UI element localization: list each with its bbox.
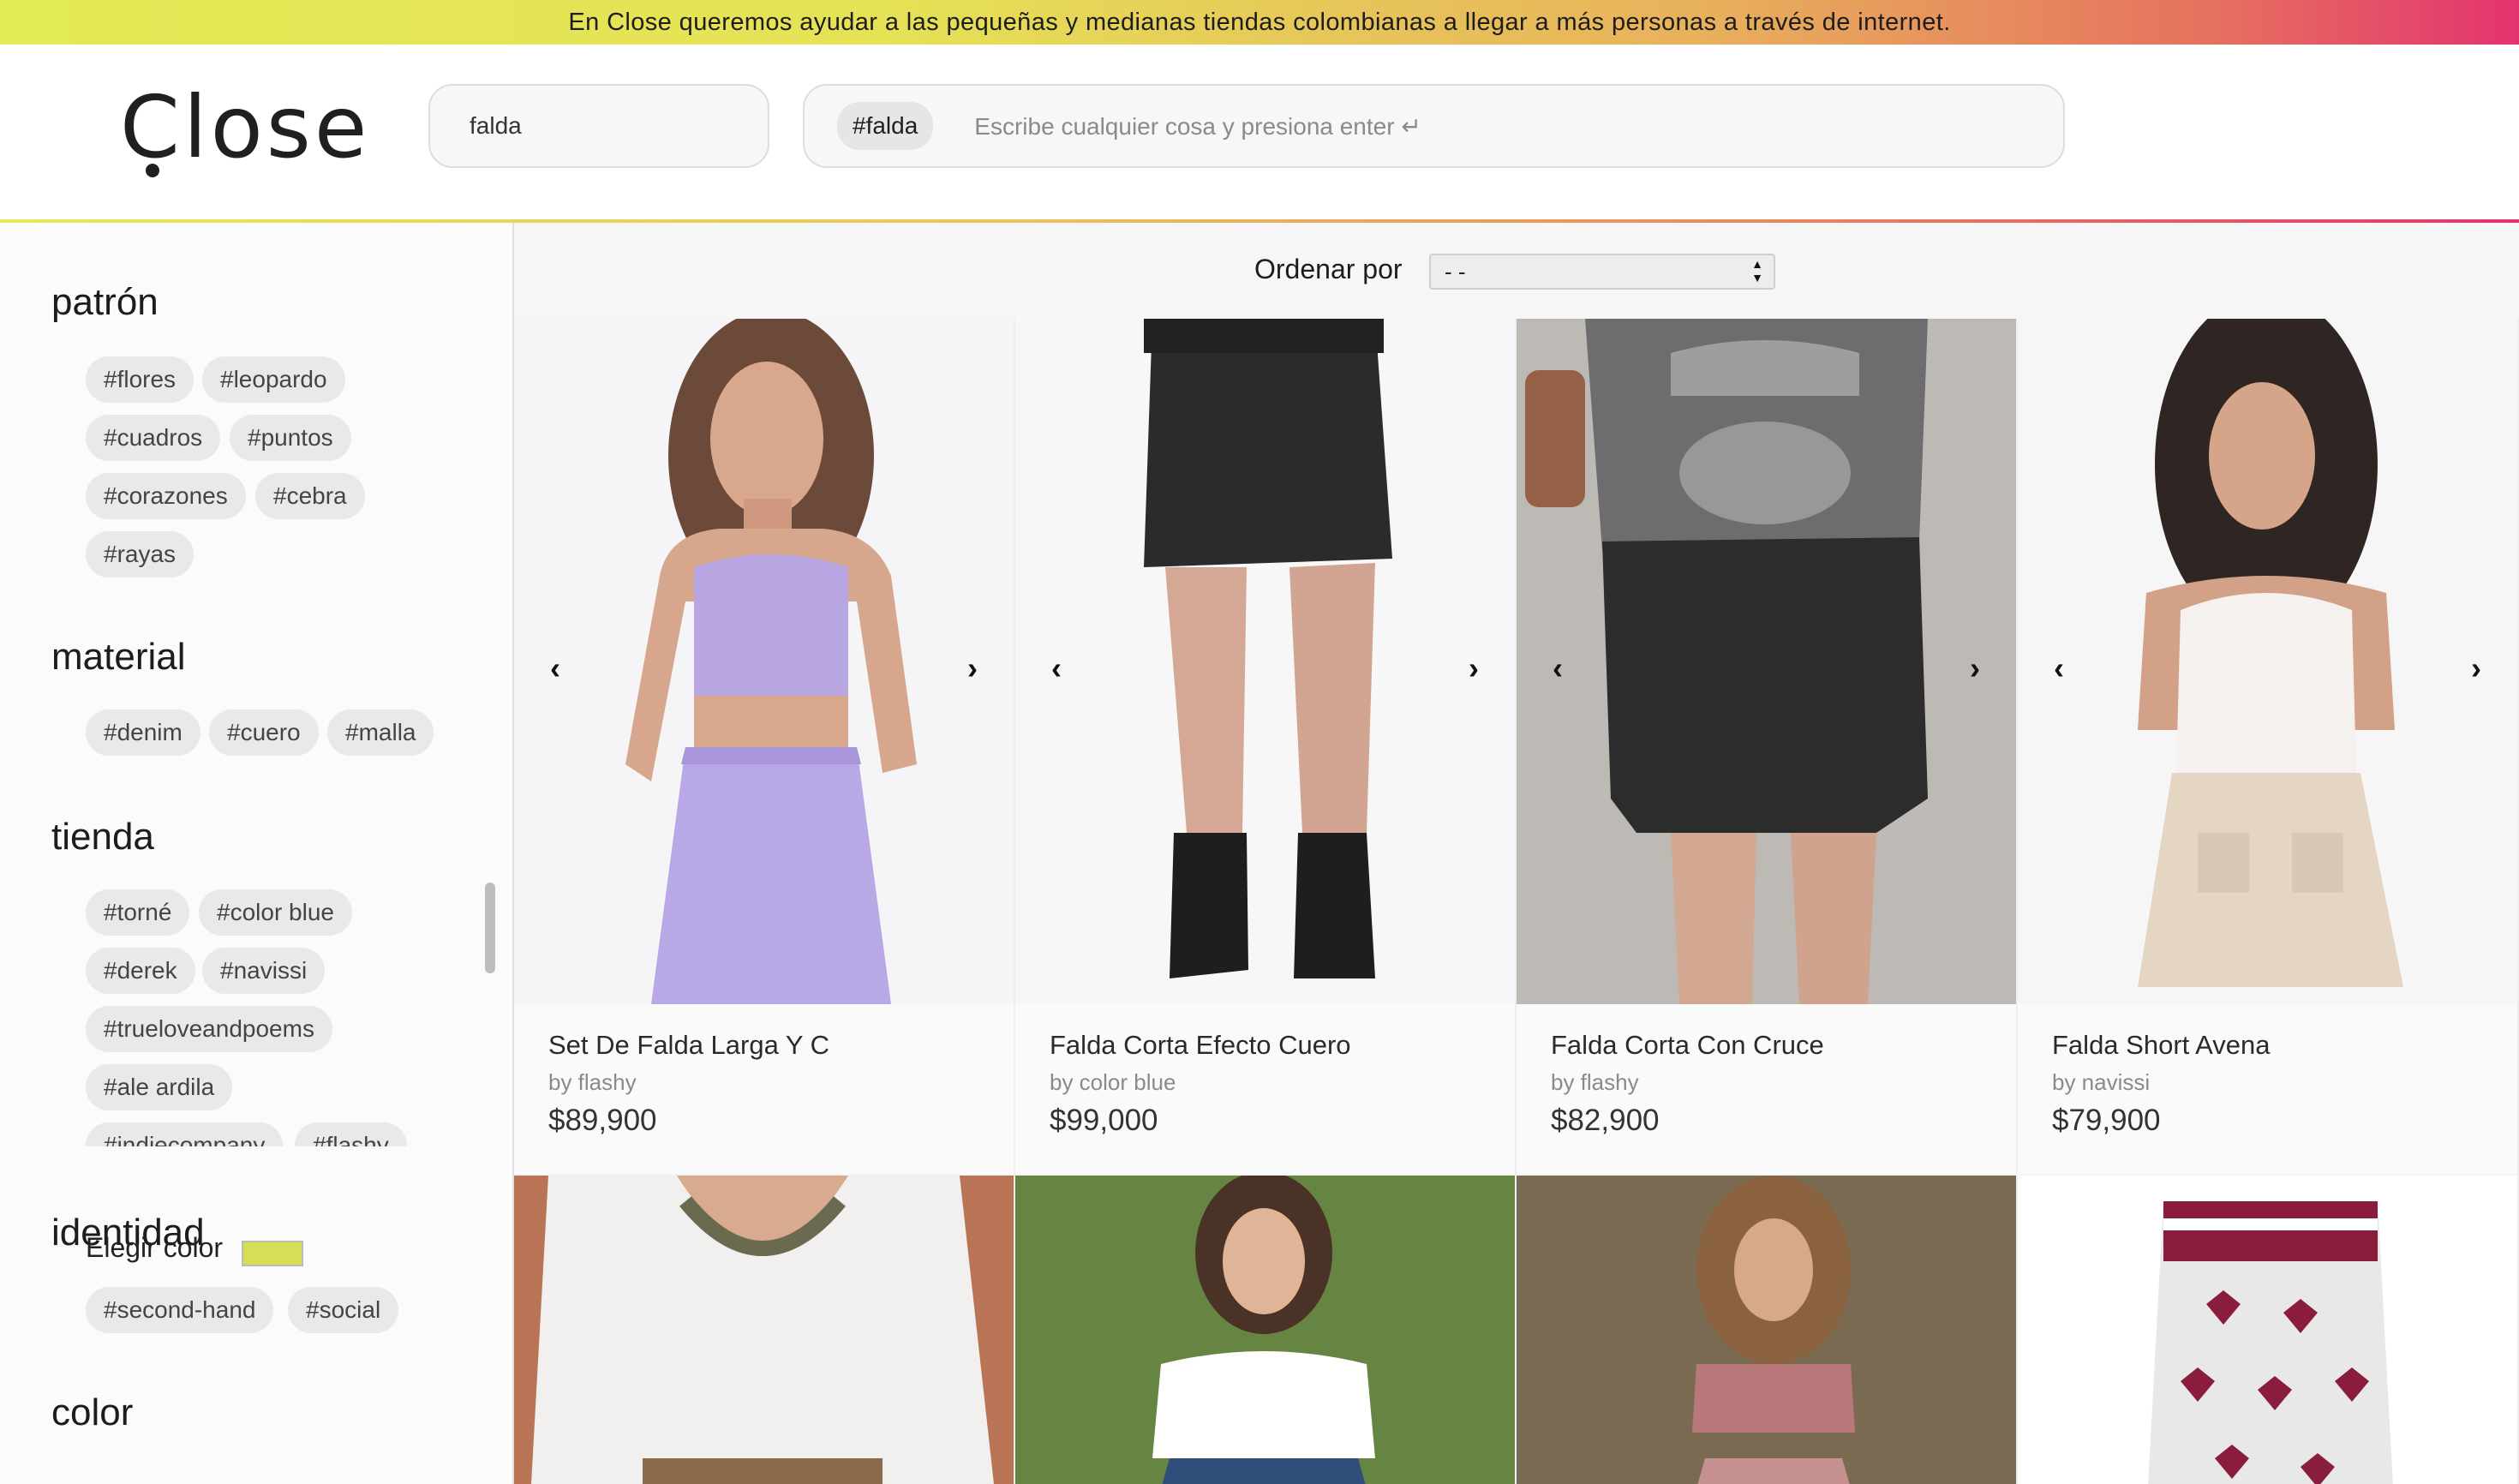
announcement-banner: En Close queremos ayudar a las pequeñas … (0, 0, 2519, 45)
chevron-left-icon[interactable]: ‹ (1036, 648, 1077, 689)
product-info: Falda Corta Con Cruce by flashy $82,900 (1517, 1004, 2016, 1174)
product-image[interactable] (2018, 1176, 2517, 1484)
sort-select[interactable]: - - ▲ ▼ (1429, 254, 1775, 290)
tag-chip[interactable]: #malla (327, 709, 434, 756)
color-picker-swatch[interactable] (242, 1241, 303, 1266)
tag-chip[interactable]: #trueloveandpoems (86, 1006, 332, 1052)
active-tag-chip[interactable]: #falda (837, 102, 934, 150)
tag-chip[interactable]: #second-hand (86, 1287, 274, 1333)
logo-text: Close (120, 76, 371, 177)
tag-chip[interactable]: #puntos (230, 415, 351, 461)
product-card[interactable] (1015, 1176, 1517, 1484)
chevron-left-icon[interactable]: ‹ (2038, 648, 2079, 689)
tag-chip[interactable]: #social (288, 1287, 399, 1333)
tag-search-input[interactable]: #falda Escribe cualquier cosa y presiona… (803, 84, 2065, 168)
tag-chip[interactable]: #cuadros (86, 415, 221, 461)
product-info: Falda Short Avena by navissi $79,900 (2018, 1004, 2517, 1174)
product-price: $79,900 (2052, 1104, 2161, 1137)
chevron-right-icon[interactable]: › (2456, 648, 2497, 689)
product-area: Ordenar por - - ▲ ▼ ‹ › Set De Falda Larg… (514, 223, 2519, 1484)
section-title-color: color (51, 1391, 134, 1433)
tag-chip[interactable]: #cuero (209, 709, 319, 756)
chevron-right-icon[interactable]: › (1954, 648, 1995, 689)
tag-chip[interactable]: #color blue (199, 889, 352, 936)
tag-list-clip (0, 1146, 480, 1198)
sort-selected-value: - - (1445, 259, 1466, 284)
product-image[interactable] (1015, 319, 1515, 1004)
product-store: by navissi (2052, 1069, 2151, 1095)
tag-chip[interactable]: #denim (86, 709, 200, 756)
tag-chip[interactable]: #navissi (202, 948, 326, 994)
sort-bar: Ordenar por - - ▲ ▼ (514, 223, 2519, 320)
product-card[interactable]: ‹ › Falda Short Avena by navissi $79,900 (2018, 319, 2519, 1174)
chevron-left-icon[interactable]: ‹ (535, 648, 576, 689)
product-card[interactable] (2018, 1176, 2519, 1484)
search-value: falda (470, 112, 522, 139)
tag-chip[interactable]: #flores (86, 356, 194, 403)
product-info: Set De Falda Larga Y C by flashy $89,900 (514, 1004, 1014, 1174)
product-card[interactable]: ‹ › Falda Corta Efecto Cuero by color bl… (1015, 319, 1517, 1174)
product-store: by color blue (1050, 1069, 1176, 1095)
color-picker-label: Elegir color (86, 1232, 224, 1263)
product-name[interactable]: Falda Corta Efecto Cuero (1050, 1030, 1351, 1061)
chevron-right-icon[interactable]: › (952, 648, 993, 689)
tag-chip[interactable]: #leopardo (202, 356, 345, 403)
tag-chip[interactable]: #cebra (255, 473, 365, 519)
sidebar-scrollbar[interactable] (485, 883, 495, 973)
product-name[interactable]: Falda Short Avena (2052, 1030, 2271, 1061)
logo[interactable]: Close (120, 75, 370, 178)
logo-dot (146, 164, 159, 177)
tag-chip[interactable]: #rayas (86, 531, 194, 577)
product-card[interactable] (1517, 1176, 2018, 1484)
product-card[interactable]: ‹ › Falda Corta Con Cruce by flashy $82,… (1517, 319, 2018, 1174)
section-title-patron: patrón (51, 281, 159, 323)
banner-text: En Close queremos ayudar a las pequeñas … (568, 8, 1951, 36)
chevron-left-icon[interactable]: ‹ (1537, 648, 1578, 689)
product-image[interactable] (514, 1176, 1014, 1484)
product-price: $99,000 (1050, 1104, 1158, 1137)
filter-sidebar[interactable]: patrón #flores #leopardo #cuadros #punto… (0, 223, 514, 1484)
product-price: $89,900 (548, 1104, 657, 1137)
tag-chip[interactable]: #corazones (86, 473, 246, 519)
section-title-material: material (51, 636, 186, 678)
tag-chip[interactable]: #ale ardila (86, 1064, 233, 1110)
sort-label: Ordenar por (1254, 254, 1403, 284)
tag-input-placeholder[interactable]: Escribe cualquier cosa y presiona enter … (974, 112, 1421, 141)
product-image[interactable] (1517, 1176, 2016, 1484)
product-store: by flashy (1551, 1069, 1639, 1095)
chevron-right-icon[interactable]: › (1453, 648, 1494, 689)
product-image[interactable] (2018, 319, 2517, 1004)
product-image[interactable] (1015, 1176, 1515, 1484)
select-arrows-icon: ▲ ▼ (1751, 257, 1763, 284)
product-image[interactable] (1517, 319, 2016, 1004)
product-price: $82,900 (1551, 1104, 1660, 1137)
tag-chip[interactable]: #torné (86, 889, 190, 936)
product-image[interactable] (514, 319, 1014, 1004)
tag-chip[interactable]: #derek (86, 948, 195, 994)
product-card[interactable] (514, 1176, 1015, 1484)
product-store: by flashy (548, 1069, 637, 1095)
section-title-tienda: tienda (51, 816, 154, 858)
search-input[interactable]: falda (428, 84, 769, 168)
product-name[interactable]: Set De Falda Larga Y C (548, 1030, 829, 1061)
product-card[interactable]: ‹ › Set De Falda Larga Y C by flashy $89… (514, 319, 1015, 1174)
product-info: Falda Corta Efecto Cuero by color blue $… (1015, 1004, 1515, 1174)
product-name[interactable]: Falda Corta Con Cruce (1551, 1030, 1824, 1061)
